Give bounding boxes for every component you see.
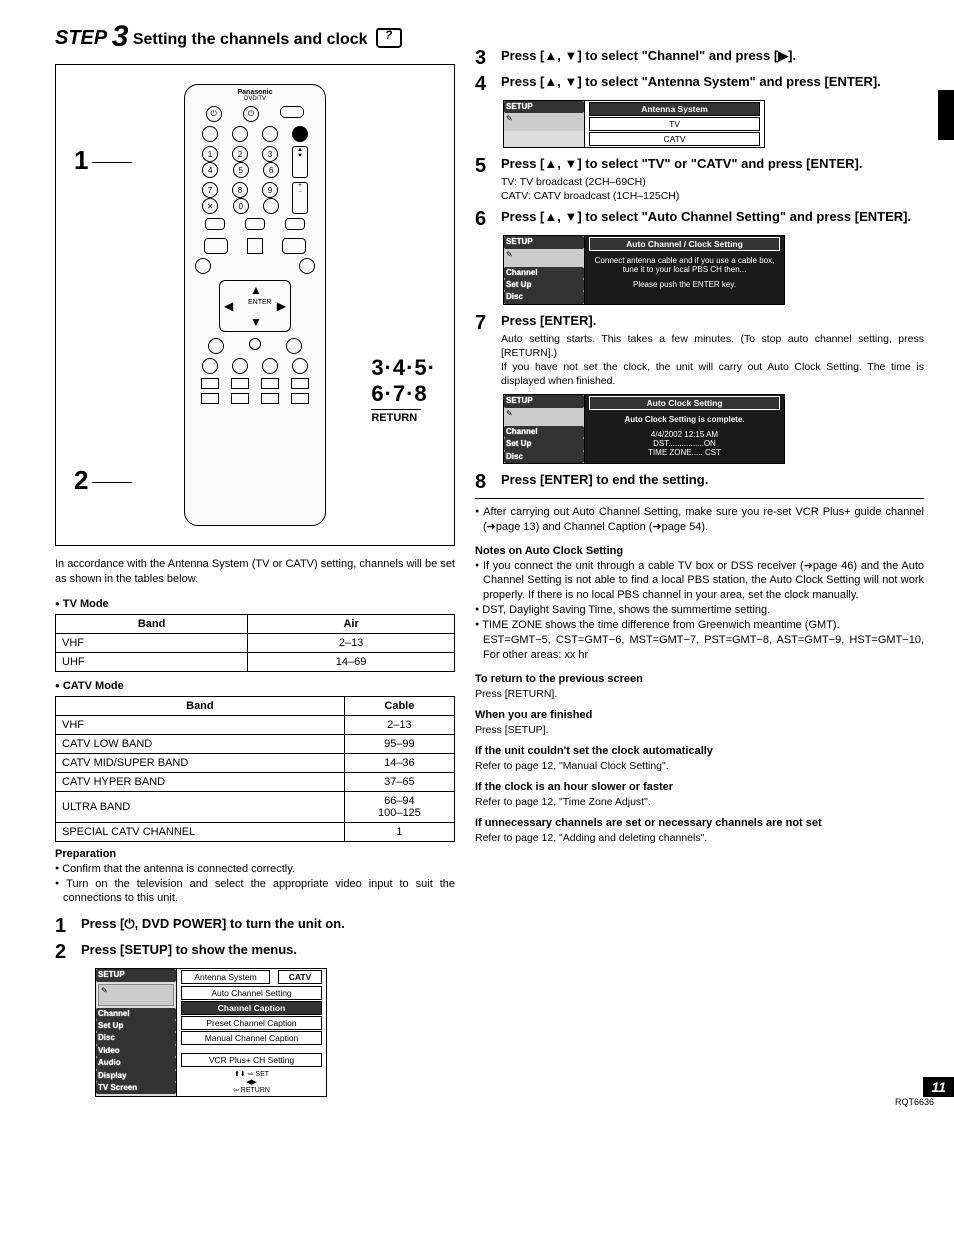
osd-setup-menu: SETUP ✎ Channel Set Up Disc Video Audio … — [95, 968, 327, 1097]
tip-channels-title: If unnecessary channels are set or neces… — [475, 817, 924, 829]
section-marker — [938, 90, 954, 140]
step-2: 2 Press [SETUP] to show the menus. — [55, 942, 455, 962]
tip-return-body: Press [RETURN]. — [475, 687, 924, 701]
step-7: 7 Press [ENTER]. Auto setting starts. Th… — [475, 313, 924, 389]
tip-hour-off-body: Refer to page 12, "Time Zone Adjust". — [475, 795, 924, 809]
tip-finished-body: Press [SETUP]. — [475, 723, 924, 737]
catv-mode-label: CATV Mode — [55, 680, 455, 692]
callout-right: 3·4·5· 6·7·8 RETURN — [371, 355, 436, 424]
tip-return-title: To return to the previous screen — [475, 673, 924, 685]
tip-hour-off-title: If the clock is an hour slower or faster — [475, 781, 924, 793]
step-1: 1 Press [⏻, DVD POWER] to turn the unit … — [55, 916, 455, 936]
tip-clock-fail-body: Refer to page 12, "Manual Clock Setting"… — [475, 759, 924, 773]
osd-antenna-system: SETUP ✎ Antenna System TV CATV — [503, 100, 765, 148]
tip-clock-fail-title: If the unit couldn't set the clock autom… — [475, 745, 924, 757]
callout-2: 2 — [74, 465, 132, 496]
footer-code: RQT6636 — [895, 1097, 934, 1107]
remote-brand: Panasonic — [185, 89, 325, 96]
catv-mode-table: BandCable VHF2–13 CATV LOW BAND95–99 CAT… — [55, 696, 455, 842]
tv-mode-label: TV Mode — [55, 598, 455, 610]
step-5: 5 Press [▲, ▼] to select "TV" or "CATV" … — [475, 156, 924, 203]
remote-dpad: ENTER ▲ ▼ ◀ ▶ — [219, 280, 291, 332]
osd-auto-clock: SETUP ✎ Channel Set Up Disc Auto Clock S… — [503, 394, 785, 464]
intro-text: In accordance with the Antenna System (T… — [55, 557, 455, 587]
preparation-list: Confirm that the antenna is connected co… — [55, 862, 455, 907]
after-step8-note: After carrying out Auto Channel Setting,… — [475, 505, 924, 535]
step-8: 8 Press [ENTER] to end the setting. — [475, 472, 924, 492]
page-number: 11 — [923, 1077, 954, 1097]
osd-auto-channel: SETUP ✎ Channel Set Up Disc Auto Channel… — [503, 235, 785, 305]
step-4: 4 Press [▲, ▼] to select "Antenna System… — [475, 74, 924, 94]
manual-ref-icon — [376, 28, 402, 48]
step-6: 6 Press [▲, ▼] to select "Auto Channel S… — [475, 209, 924, 229]
callout-1: 1 — [74, 145, 132, 176]
tip-channels-body: Refer to page 12, "Adding and deleting c… — [475, 831, 924, 845]
tip-finished-title: When you are finished — [475, 709, 924, 721]
page-title: STEP 3 Setting the channels and clock — [55, 20, 455, 54]
tv-mode-table: BandAir VHF2–13 UHF14–69 — [55, 614, 455, 672]
notes-clock-title: Notes on Auto Clock Setting — [475, 545, 924, 557]
remote-diagram: 1 2 3·4·5· 6·7·8 RETURN Panasonic DVD/TV… — [55, 64, 455, 546]
step-3: 3 Press [▲, ▼] to select "Channel" and p… — [475, 48, 924, 68]
preparation-title: Preparation — [55, 848, 455, 860]
notes-clock-list: If you connect the unit through a cable … — [475, 559, 924, 663]
